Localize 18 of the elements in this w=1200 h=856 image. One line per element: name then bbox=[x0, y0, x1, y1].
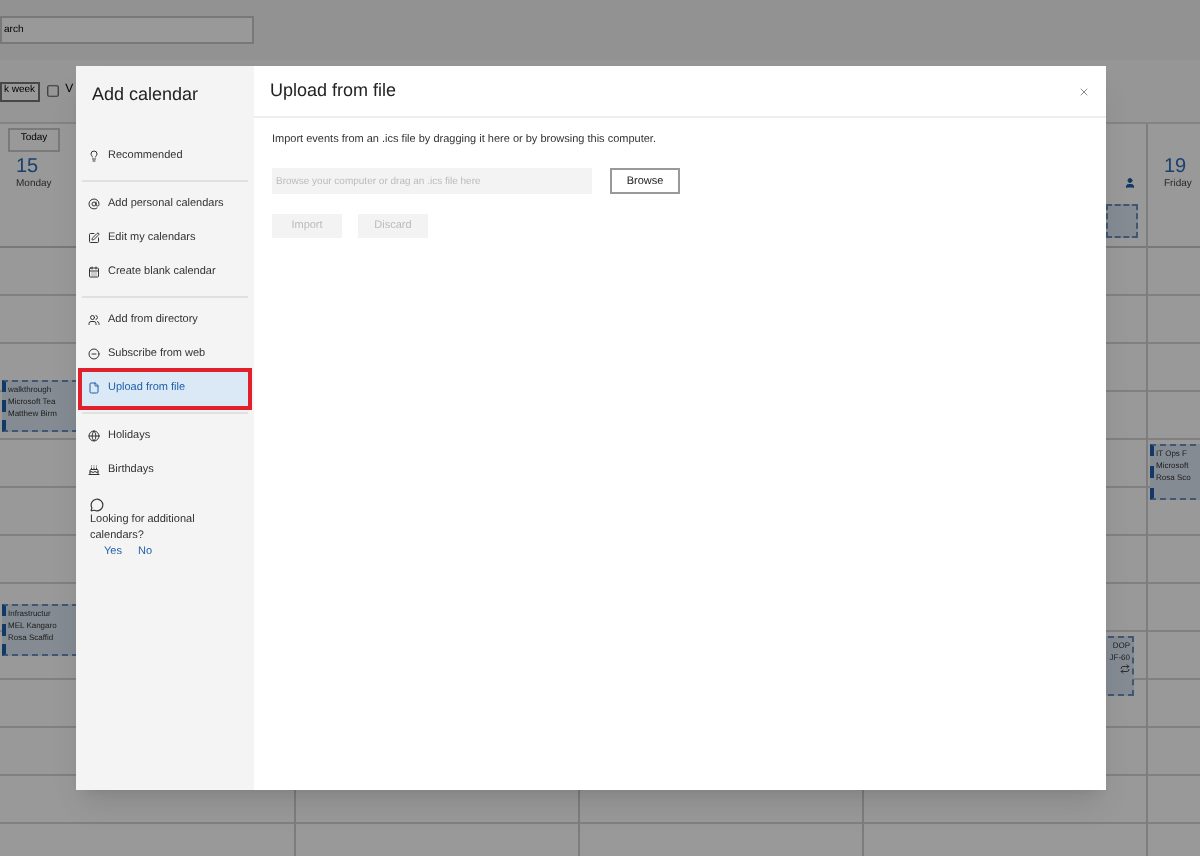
checkbox-icon[interactable] bbox=[45, 84, 60, 98]
day-number: 15 bbox=[16, 157, 41, 178]
circle-icon bbox=[88, 348, 100, 360]
edit-icon bbox=[88, 232, 100, 244]
lightbulb-icon bbox=[88, 150, 100, 162]
person-icon bbox=[1124, 176, 1136, 190]
day-number: 19 bbox=[1164, 157, 1189, 178]
file-icon bbox=[88, 382, 100, 394]
cake-icon bbox=[88, 464, 100, 476]
people-icon bbox=[88, 314, 100, 326]
calendar-icon bbox=[88, 266, 100, 278]
feedback-icon bbox=[90, 497, 104, 511]
dialog-title: Add calendar bbox=[90, 82, 201, 108]
close-icon[interactable] bbox=[1078, 85, 1090, 97]
at-sign-icon bbox=[88, 198, 100, 210]
panel-title: Upload from file bbox=[270, 77, 397, 104]
all-day-event bbox=[1106, 204, 1138, 238]
globe-icon bbox=[88, 430, 100, 442]
